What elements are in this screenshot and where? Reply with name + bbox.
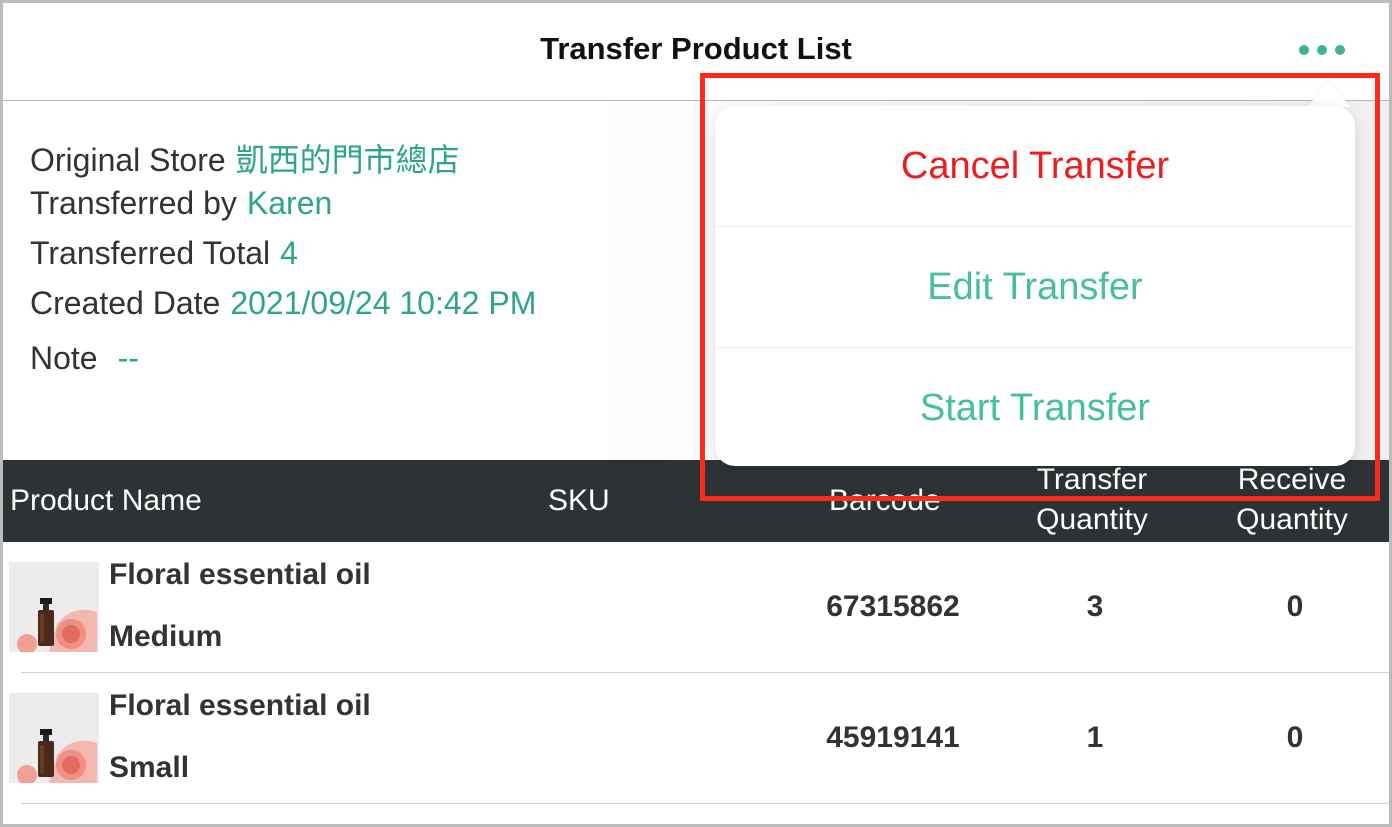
original-store-label: Original Store: [30, 142, 226, 178]
product-name: Floral essential oil: [109, 558, 371, 591]
product-name: Floral essential oil: [109, 689, 371, 722]
note-label: Note: [30, 340, 98, 376]
edit-transfer-button[interactable]: Edit Transfer: [715, 227, 1355, 348]
transferred-by-row: Transferred by Karen: [30, 185, 332, 222]
navigation-bar: Transfer Product List: [3, 3, 1389, 101]
column-header-receive-quantity-line2: Quantity: [1236, 503, 1348, 536]
transferred-total-value: 4: [280, 235, 298, 271]
product-barcode: 45919141: [826, 721, 960, 754]
product-variant: Medium: [109, 620, 223, 653]
product-barcode: 67315862: [826, 590, 960, 623]
original-store-row: Original Store 凱西的門市總店: [30, 135, 460, 181]
page-title: Transfer Product List: [540, 31, 852, 66]
note-value: --: [117, 340, 139, 376]
cancel-transfer-button[interactable]: Cancel Transfer: [715, 106, 1355, 227]
table-header: Product Name SKU Barcode Transfer Quanti…: [3, 460, 1389, 542]
transferred-total-row: Transferred Total 4: [30, 235, 298, 272]
receive-quantity: 0: [1286, 590, 1304, 623]
column-header-transfer-quantity: Transfer Quantity: [1017, 460, 1167, 540]
transferred-by-label: Transferred by: [30, 185, 237, 221]
start-transfer-button[interactable]: Start Transfer: [715, 348, 1355, 466]
receive-quantity: 0: [1286, 721, 1304, 754]
column-header-transfer-quantity-line1: Transfer: [1036, 463, 1148, 496]
product-variant: Small: [109, 751, 190, 784]
transferred-by-value: Karen: [246, 185, 333, 221]
table-row[interactable]: Floral essential oil Small 45919141 1 0: [9, 673, 1389, 804]
note-row: Note --: [30, 340, 139, 377]
actions-popover-menu: Cancel Transfer Edit Transfer Start Tran…: [715, 106, 1355, 466]
original-store-value: 凱西的門市總店: [235, 142, 460, 178]
ellipsis-icon: [1299, 45, 1309, 55]
product-thumbnail: [9, 562, 99, 652]
product-thumbnail: [9, 693, 99, 783]
column-header-receive-quantity: Receive Quantity: [1217, 460, 1367, 540]
ellipsis-icon: [1335, 45, 1345, 55]
app-window: Transfer Product List Original Store 凱西的門…: [0, 0, 1392, 827]
product-list: Floral essential oil Medium 67315862 3 0: [3, 542, 1389, 804]
column-header-product-name: Product Name: [10, 484, 202, 517]
column-header-sku: SKU: [548, 484, 610, 517]
column-header-receive-quantity-line1: Receive: [1237, 463, 1347, 496]
column-header-transfer-quantity-line2: Quantity: [1036, 503, 1148, 536]
created-date-label: Created Date: [30, 285, 221, 321]
created-date-row: Created Date 2021/09/24 10:42 PM: [30, 285, 536, 322]
created-date-value: 2021/09/24 10:42 PM: [230, 285, 537, 321]
more-options-button[interactable]: [1293, 39, 1351, 61]
transferred-total-label: Transferred Total: [30, 235, 271, 271]
table-row[interactable]: Floral essential oil Medium 67315862 3 0: [9, 542, 1389, 673]
popover-arrow: [1307, 81, 1351, 107]
transfer-quantity: 1: [1086, 721, 1104, 754]
column-header-barcode: Barcode: [829, 484, 941, 517]
transfer-quantity: 3: [1086, 590, 1104, 623]
ellipsis-icon: [1317, 45, 1327, 55]
